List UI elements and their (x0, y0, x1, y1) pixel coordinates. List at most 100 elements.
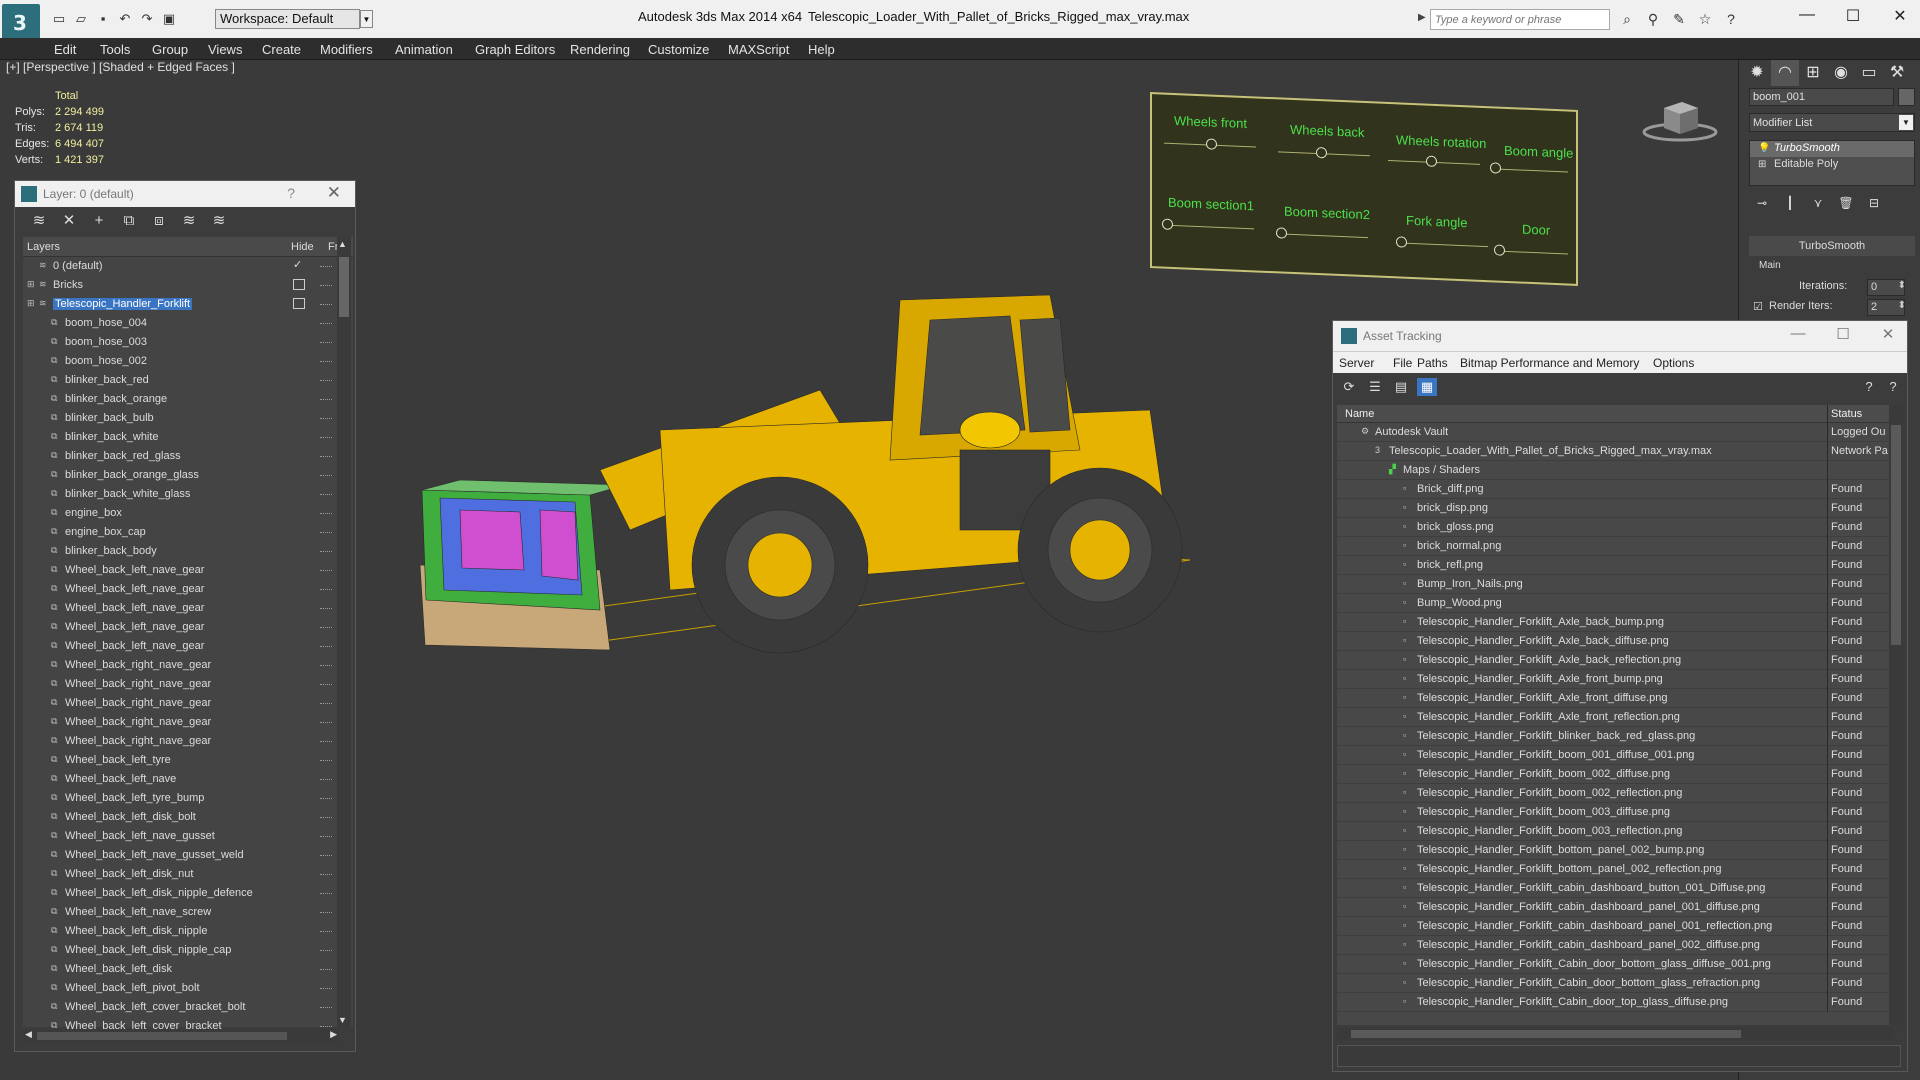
asset-row[interactable]: ▫ Telescopic_Handler_Forklift_boom_001_di… (1337, 746, 1897, 765)
layer-row[interactable]: ⧉ Wheel_back_right_nave_gear (23, 694, 353, 713)
freeze-toggle[interactable] (320, 836, 332, 837)
render-iters-spinner[interactable]: 2 (1867, 299, 1906, 316)
layer-row[interactable]: ⧉ Wheel_back_left_disk_nipple_defence (23, 884, 353, 903)
close-icon[interactable]: ✕ (1880, 6, 1920, 26)
turbosmooth-rollout[interactable]: TurboSmooth (1749, 236, 1915, 256)
expand-plus-icon[interactable]: ⊞ (27, 279, 38, 290)
asset-row[interactable]: ▫ Telescopic_Handler_Forklift_blinker_bac… (1337, 727, 1897, 746)
layer-row[interactable]: ⧉ Wheel_back_left_nave (23, 770, 353, 789)
layer-row[interactable]: ⧉ blinker_back_body (23, 542, 353, 561)
list-view-icon[interactable]: ☰ (1365, 378, 1385, 396)
asset-row[interactable]: ⚙ Autodesk Vault Logged Ou (1337, 423, 1897, 442)
freeze-toggle[interactable] (320, 361, 332, 362)
freeze-toggle[interactable] (320, 950, 332, 951)
save-icon[interactable]: ▪ (94, 10, 112, 28)
layer-row[interactable]: ⧉ Wheel_back_right_nave_gear (23, 656, 353, 675)
freeze-toggle[interactable] (320, 912, 332, 913)
configure-sets-icon[interactable]: ⊟ (1861, 192, 1887, 214)
viewport-label[interactable]: [+] [Perspective ] [Shaded + Edged Faces… (6, 60, 235, 74)
freeze-toggle[interactable] (320, 456, 332, 457)
wheels-rotation-slider[interactable] (1426, 155, 1437, 168)
asset-row[interactable]: ▫ Telescopic_Handler_Forklift_cabin_dashb… (1337, 917, 1897, 936)
subscription-icon[interactable]: ⚲ (1643, 10, 1663, 28)
favorites-icon[interactable]: ☆ (1695, 10, 1715, 28)
close-icon[interactable]: ✕ (1873, 325, 1903, 343)
asset-row[interactable]: ▫ brick_gloss.png Found (1337, 518, 1897, 537)
layer-row[interactable]: ⧉ Wheel_back_left_nave_gusset_weld (23, 846, 353, 865)
freeze-toggle[interactable] (320, 969, 332, 970)
col-status[interactable]: Status (1831, 408, 1862, 420)
layer-row[interactable]: ⧉ boom_hose_002 (23, 352, 353, 371)
layer-row[interactable]: ⧉ blinker_back_bulb (23, 409, 353, 428)
menu-graph-editors[interactable]: Graph Editors (475, 42, 555, 57)
asset-row[interactable]: ▫ Bump_Iron_Nails.png Found (1337, 575, 1897, 594)
asset-row[interactable]: ▫ brick_normal.png Found (1337, 537, 1897, 556)
project-folder-icon[interactable]: ▣ (160, 10, 178, 28)
layer-row[interactable]: ⧉ blinker_back_orange_glass (23, 466, 353, 485)
layer-row[interactable]: ⧉ Wheel_back_left_nave_gear (23, 561, 353, 580)
freeze-toggle[interactable] (320, 608, 332, 609)
modify-tab-icon[interactable]: ◠ (1771, 60, 1799, 86)
asset-horizontal-scrollbar[interactable] (1337, 1027, 1893, 1041)
asset-row[interactable]: ▫ Bump_Wood.png Found (1337, 594, 1897, 613)
telehandler-model[interactable] (400, 270, 1200, 670)
wheels-back-slider[interactable] (1316, 146, 1327, 159)
select-objects-icon[interactable]: ⧉ (119, 212, 139, 230)
open-file-icon[interactable]: ▱ (72, 10, 90, 28)
asset-row[interactable]: ▫ Telescopic_Handler_Forklift_Axle_back_r… (1337, 651, 1897, 670)
freeze-toggle[interactable] (320, 874, 332, 875)
asset-row[interactable]: ▫ Telescopic_Handler_Forklift_Cabin_door_… (1337, 974, 1897, 993)
freeze-toggle[interactable] (320, 779, 332, 780)
asset-row[interactable]: ▫ Telescopic_Handler_Forklift_Cabin_door_… (1337, 993, 1897, 1012)
freeze-toggle[interactable] (320, 532, 332, 533)
asset-vertical-scrollbar[interactable] (1889, 405, 1903, 1025)
iterations-spinner[interactable]: 0 (1867, 279, 1906, 296)
freeze-toggle[interactable] (320, 570, 332, 571)
expand-plus-icon[interactable]: ⊞ (27, 298, 38, 309)
layer-row[interactable]: ⧉ Wheel_back_left_nave_screw (23, 903, 353, 922)
asset-row[interactable]: ▫ Telescopic_Handler_Forklift_boom_002_di… (1337, 765, 1897, 784)
asset-row[interactable]: ▫ Telescopic_Handler_Forklift_Axle_back_d… (1337, 632, 1897, 651)
layer-row[interactable]: ⧉ Wheel_back_left_nave_gear (23, 599, 353, 618)
asset-row[interactable]: ▫ Telescopic_Handler_Forklift_bottom_pane… (1337, 860, 1897, 879)
asset-row[interactable]: ▫ Telescopic_Handler_Forklift_cabin_dashb… (1337, 936, 1897, 955)
freeze-toggle[interactable] (320, 494, 332, 495)
layer-row[interactable]: ⧉ blinker_back_orange (23, 390, 353, 409)
freeze-toggle[interactable] (320, 589, 332, 590)
freeze-toggle[interactable] (320, 893, 332, 894)
wheels-front-slider[interactable] (1206, 138, 1217, 150)
col-name[interactable]: Name (1345, 408, 1374, 420)
menu-create[interactable]: Create (262, 42, 301, 57)
layer-row[interactable]: ≋ 0 (default) ✓ (23, 257, 353, 276)
utilities-tab-icon[interactable]: ⚒ (1883, 60, 1911, 86)
layer-dialog-titlebar[interactable]: Layer: 0 (default) ? ✕ (15, 181, 355, 207)
layer-row[interactable]: ⧉ Wheel_back_left_disk_nut (23, 865, 353, 884)
menu-tools[interactable]: Tools (100, 42, 130, 57)
create-layer-icon[interactable]: ≋ (29, 212, 49, 230)
show-end-result-icon[interactable]: ┃ (1777, 192, 1803, 214)
object-name-field[interactable] (1749, 88, 1894, 106)
close-icon[interactable]: ✕ (327, 183, 341, 203)
layer-row[interactable]: ⧉ Wheel_back_left_cover_bracket_bolt (23, 998, 353, 1017)
door-slider[interactable] (1494, 244, 1505, 256)
minimize-icon[interactable]: — (1783, 325, 1813, 342)
layer-row[interactable]: ⧉ blinker_back_white_glass (23, 485, 353, 504)
stack-item-editable-poly[interactable]: ⊞ Editable Poly (1750, 157, 1914, 173)
create-tab-icon[interactable]: ✹ (1743, 60, 1771, 86)
expand-plus-icon[interactable]: ⊞ (1758, 159, 1766, 170)
menu-rendering[interactable]: Rendering (570, 42, 630, 57)
freeze-toggle[interactable] (320, 817, 332, 818)
asset-row[interactable]: ▫ Telescopic_Handler_Forklift_cabin_dashb… (1337, 898, 1897, 917)
layer-row[interactable]: ⧉ Wheel_back_right_nave_gear (23, 675, 353, 694)
freeze-toggle[interactable] (320, 399, 332, 400)
freeze-toggle[interactable] (320, 1026, 332, 1027)
minimize-icon[interactable]: — (1787, 6, 1827, 24)
motion-tab-icon[interactable]: ◉ (1827, 60, 1855, 86)
freeze-toggle[interactable] (320, 266, 332, 267)
menu-animation[interactable]: Animation (395, 42, 453, 57)
menu-file[interactable]: File (1393, 356, 1412, 370)
layer-list[interactable]: Layers Hide Fr ≋ 0 (default) ✓ ⊞ ≋ Bricks ⊞ ≋ Te… (23, 237, 353, 1032)
search-input[interactable] (1430, 9, 1610, 30)
boom-section2-slider[interactable] (1276, 227, 1287, 239)
asset-row[interactable]: ▫ Telescopic_Handler_Forklift_boom_002_re… (1337, 784, 1897, 803)
